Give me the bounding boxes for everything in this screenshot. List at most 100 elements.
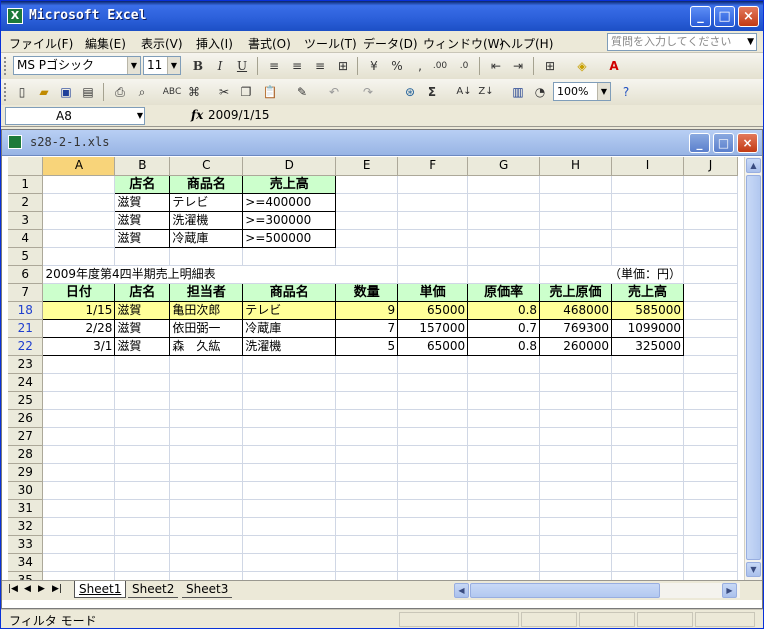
horizontal-scrollbar[interactable]: ◀ ▶ xyxy=(454,583,740,598)
cell[interactable] xyxy=(242,463,337,482)
column-header-e[interactable]: E xyxy=(335,157,399,176)
row-header[interactable]: 7 xyxy=(8,283,44,302)
permission-icon[interactable]: ▤ xyxy=(77,82,99,102)
help-icon[interactable]: ? xyxy=(615,82,637,102)
unit-price-cell[interactable]: 65000 xyxy=(397,336,469,356)
cell[interactable] xyxy=(335,229,399,248)
cell[interactable] xyxy=(169,481,244,500)
minimize-button[interactable]: _ xyxy=(690,6,711,27)
previous-sheet-icon[interactable]: ◀ xyxy=(24,584,31,594)
row-header[interactable]: 21 xyxy=(8,319,44,338)
row-header[interactable]: 5 xyxy=(8,247,44,266)
chevron-down-icon[interactable]: ▼ xyxy=(137,108,143,124)
cell[interactable] xyxy=(397,517,469,536)
fill-color-icon[interactable]: ◈ xyxy=(571,56,593,76)
cell[interactable] xyxy=(42,175,116,194)
cell[interactable] xyxy=(467,355,541,374)
cell[interactable] xyxy=(539,553,613,572)
percent-icon[interactable]: % xyxy=(386,56,408,76)
cell[interactable] xyxy=(114,373,171,392)
row-header[interactable]: 26 xyxy=(8,409,44,428)
cell[interactable] xyxy=(539,571,613,580)
increase-indent-icon[interactable]: ⇥ xyxy=(507,56,529,76)
cell[interactable] xyxy=(335,391,399,410)
cell[interactable] xyxy=(169,535,244,554)
workbook-minimize-button[interactable]: _ xyxy=(689,133,710,153)
copy-icon[interactable]: ❐ xyxy=(235,82,257,102)
criteria-cell[interactable]: 滋賀 xyxy=(114,228,171,248)
cell[interactable] xyxy=(242,445,337,464)
cell[interactable] xyxy=(539,355,613,374)
toolbar-grip[interactable] xyxy=(4,83,7,101)
chevron-down-icon[interactable]: ▼ xyxy=(127,57,140,74)
spelling-icon[interactable]: ABC xyxy=(161,82,183,102)
quantity-cell[interactable]: 9 xyxy=(335,300,399,320)
cell[interactable] xyxy=(397,193,469,212)
italic-button[interactable]: I xyxy=(209,56,231,76)
cell[interactable] xyxy=(683,373,738,392)
column-header-a[interactable]: A xyxy=(42,157,116,176)
staff-cell[interactable]: 亀田次郎 xyxy=(169,300,244,320)
column-heading-quantity[interactable]: 数量 xyxy=(335,282,399,302)
vertical-scroll-thumb[interactable] xyxy=(746,175,761,560)
store-cell[interactable]: 滋賀 xyxy=(114,318,171,338)
save-icon[interactable]: ▣ xyxy=(55,82,77,102)
cell[interactable] xyxy=(397,373,469,392)
criteria-header-cell[interactable]: 店名 xyxy=(114,174,171,194)
font-size-select[interactable]: 11 ▼ xyxy=(143,56,181,75)
undo-icon[interactable]: ↶ xyxy=(323,82,345,102)
cell[interactable] xyxy=(335,175,399,194)
column-heading-date[interactable]: 日付 xyxy=(42,282,116,302)
cell[interactable] xyxy=(467,571,541,580)
format-painter-icon[interactable]: ✎ xyxy=(291,82,313,102)
cell[interactable] xyxy=(335,211,399,230)
cell[interactable] xyxy=(397,391,469,410)
row-header[interactable]: 18 xyxy=(8,301,44,320)
scroll-right-icon[interactable]: ▶ xyxy=(722,583,737,598)
cell[interactable] xyxy=(242,517,337,536)
cell[interactable] xyxy=(114,481,171,500)
cell[interactable] xyxy=(467,193,541,212)
cost-rate-cell[interactable]: 0.8 xyxy=(467,300,541,320)
date-cell[interactable]: 3/1 xyxy=(42,336,116,356)
cell[interactable] xyxy=(242,409,337,428)
row-header[interactable]: 22 xyxy=(8,337,44,356)
cell[interactable] xyxy=(397,247,469,266)
cell[interactable] xyxy=(397,265,469,284)
cell[interactable] xyxy=(467,517,541,536)
cell[interactable] xyxy=(169,427,244,446)
cell[interactable] xyxy=(114,247,171,266)
row-header[interactable]: 24 xyxy=(8,373,44,392)
cell[interactable] xyxy=(42,193,116,212)
report-title-cell[interactable]: 2009年度第4四半期売上明細表 xyxy=(42,265,336,284)
cell[interactable] xyxy=(42,517,116,536)
row-header[interactable]: 31 xyxy=(8,499,44,518)
cell[interactable] xyxy=(467,247,541,266)
cell[interactable] xyxy=(683,427,738,446)
cell[interactable] xyxy=(242,427,337,446)
cell[interactable] xyxy=(397,481,469,500)
row-header[interactable]: 28 xyxy=(8,445,44,464)
cell[interactable] xyxy=(539,247,613,266)
criteria-cell[interactable]: 洗濯機 xyxy=(169,210,244,230)
help-question-input[interactable]: 質問を入力してください ▼ xyxy=(607,33,757,51)
align-right-icon[interactable]: ≡ xyxy=(309,56,331,76)
cell[interactable] xyxy=(611,247,685,266)
cell[interactable] xyxy=(683,463,738,482)
column-heading-cost[interactable]: 売上原価 xyxy=(539,282,613,302)
column-heading-cost-rate[interactable]: 原価率 xyxy=(467,282,541,302)
cell[interactable] xyxy=(683,517,738,536)
cell[interactable] xyxy=(169,445,244,464)
cell[interactable] xyxy=(683,211,738,230)
cell[interactable] xyxy=(611,481,685,500)
autosum-icon[interactable]: Σ xyxy=(421,82,443,102)
cut-icon[interactable]: ✂ xyxy=(213,82,235,102)
store-cell[interactable]: 滋賀 xyxy=(114,336,171,356)
decrease-indent-icon[interactable]: ⇤ xyxy=(485,56,507,76)
row-header[interactable]: 2 xyxy=(8,193,44,212)
research-icon[interactable]: ⌘ xyxy=(183,82,205,102)
cell[interactable] xyxy=(335,463,399,482)
cell[interactable] xyxy=(539,229,613,248)
cell[interactable] xyxy=(611,553,685,572)
tab-sheet2[interactable]: Sheet2 xyxy=(128,581,179,598)
